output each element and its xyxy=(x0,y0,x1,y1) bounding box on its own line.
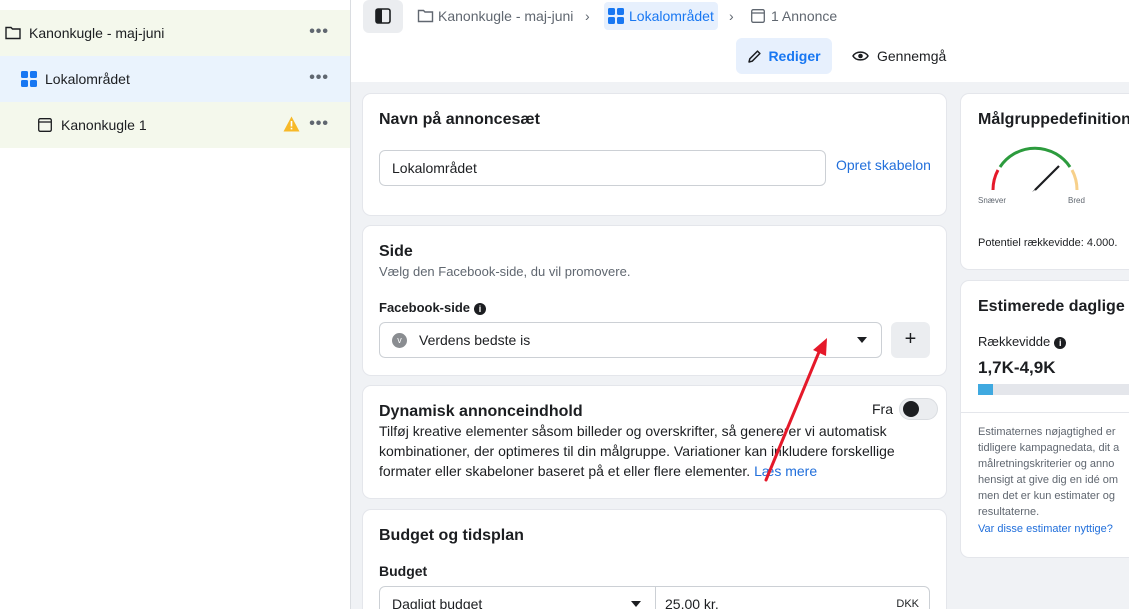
card-title: Navn på annoncesæt xyxy=(379,111,540,128)
ad-icon xyxy=(751,8,765,23)
toggle-state-label: Fra xyxy=(872,401,893,417)
budget-type-select[interactable]: Dagligt budget xyxy=(379,586,656,609)
reach-label-text: Rækkevidde xyxy=(978,334,1051,349)
breadcrumb-ad[interactable]: 1 Annonce xyxy=(751,0,837,31)
tree-item-ad[interactable]: Kanonkugle 1 ••• xyxy=(0,102,350,148)
adset-grid-icon xyxy=(608,8,624,24)
chevron-right-icon: › xyxy=(585,8,590,24)
budget-amount-input[interactable]: 25,00 kr. DKK xyxy=(655,586,930,609)
sidebar-toggle-icon xyxy=(375,8,391,24)
estimate-divider xyxy=(961,412,1129,413)
ad-icon xyxy=(38,118,52,132)
read-more-link[interactable]: Læs mere xyxy=(754,463,817,479)
estimates-feedback-link[interactable]: Var disse estimater nyttige? xyxy=(978,523,1113,535)
chevron-down-icon xyxy=(631,601,641,607)
dynamic-text-content: formater eller skabeloner baseret på et … xyxy=(379,463,751,479)
disclaimer-line: Estimaternes nøjagtighed er xyxy=(978,426,1116,438)
budget-card: Budget og tidsplan Budget Dagligt budget… xyxy=(363,510,946,609)
tree-item-label: Kanonkugle - maj-juni xyxy=(29,25,165,41)
disclaimer-line: målretningskriterier og anno xyxy=(978,458,1115,470)
reach-label: Rækkevidde i xyxy=(978,334,1067,349)
disclaimer-line: men det er kun estimater og xyxy=(978,490,1115,502)
audience-gauge xyxy=(991,146,1079,192)
chevron-right-icon: › xyxy=(729,8,734,24)
editor-header: Kanonkugle - maj-juni › Lokalområdet › 1… xyxy=(351,0,1129,82)
tree-item-label: Lokalområdet xyxy=(45,71,130,87)
estimate-disclaimer: Estimaternes nøjagtighed er tidligere ka… xyxy=(978,424,1129,520)
more-options-icon[interactable]: ••• xyxy=(309,23,329,41)
adset-name-card: Navn på annoncesæt Lokalområdet Opret sk… xyxy=(363,94,946,215)
breadcrumb-campaign[interactable]: Kanonkugle - maj-juni xyxy=(417,0,573,31)
tree-item-label: Kanonkugle 1 xyxy=(61,117,147,133)
campaign-tree: Kanonkugle - maj-juni ••• Lokalområdet •… xyxy=(0,0,351,609)
page-card: Side Vælg den Facebook-side, du vil prom… xyxy=(363,226,946,375)
dynamic-content-card: Dynamisk annonceindhold Fra Tilføj kreat… xyxy=(363,386,946,498)
page-avatar: v xyxy=(392,332,407,348)
dynamic-text-line: kombinationer, der optimeres til din mål… xyxy=(379,443,895,459)
audience-definition-card: Målgruppedefinition Snæver Bred Potentie… xyxy=(961,94,1129,269)
add-page-button[interactable]: + xyxy=(891,322,930,358)
selected-page-name: Verdens bedste is xyxy=(419,332,531,348)
budget-label: Budget xyxy=(379,563,428,579)
dynamic-text-line: formater eller skabeloner baseret på et … xyxy=(379,461,817,481)
pencil-icon xyxy=(748,49,762,63)
breadcrumb-label: Lokalområdet xyxy=(629,8,714,24)
card-title: Dynamisk annonceindhold xyxy=(379,403,583,420)
disclaimer-line: hensigt at give dig en idé om xyxy=(978,474,1119,486)
breadcrumb-adset[interactable]: Lokalområdet xyxy=(604,2,718,30)
gauge-narrow-label: Snæver xyxy=(978,196,1007,205)
gauge-broad-label: Bred xyxy=(1068,196,1085,205)
disclaimer-line: resultaterne. xyxy=(978,506,1040,518)
dynamic-text-line: Tilføj kreative elementer såsom billeder… xyxy=(379,423,887,439)
budget-amount: 25,00 kr. xyxy=(665,596,719,609)
potential-reach: Potentiel rækkevidde: 4.000. xyxy=(978,237,1118,249)
card-title: Målgruppedefinition xyxy=(978,111,1129,128)
edit-button[interactable]: Rediger xyxy=(736,38,832,74)
dynamic-content-toggle[interactable] xyxy=(899,398,938,420)
folder-icon xyxy=(417,9,434,23)
toggle-knob xyxy=(903,401,919,417)
chevron-down-icon xyxy=(857,337,867,343)
info-icon[interactable]: i xyxy=(1054,337,1067,349)
card-title: Budget og tidsplan xyxy=(379,527,524,544)
facebook-page-label-text: Facebook-side xyxy=(379,300,471,315)
card-subtitle: Vælg den Facebook-side, du vil promovere… xyxy=(379,264,631,279)
card-title: Estimerede daglige re xyxy=(978,298,1129,315)
more-options-icon[interactable]: ••• xyxy=(309,115,329,133)
adset-grid-icon xyxy=(21,71,37,87)
edit-label: Rediger xyxy=(768,48,821,64)
disclaimer-line: tidligere kampagnedata, dit a xyxy=(978,442,1120,454)
eye-icon xyxy=(852,51,869,61)
currency-label: DKK xyxy=(896,598,919,609)
reach-bar-fill xyxy=(978,384,993,395)
warning-icon[interactable] xyxy=(283,116,300,132)
review-label: Gennemgå xyxy=(877,48,947,64)
more-options-icon[interactable]: ••• xyxy=(309,69,329,87)
facebook-page-label: Facebook-side i xyxy=(379,300,487,315)
review-button[interactable]: Gennemgå xyxy=(846,38,952,74)
breadcrumb-label: Kanonkugle - maj-juni xyxy=(438,7,574,24)
card-title: Side xyxy=(379,243,413,260)
adset-name-input[interactable]: Lokalområdet xyxy=(379,150,826,186)
info-icon[interactable]: i xyxy=(474,303,487,315)
reach-value: 1,7K-4,9K xyxy=(978,358,1056,377)
create-template-link[interactable]: Opret skabelon xyxy=(836,157,931,173)
tree-item-adset[interactable]: Lokalområdet ••• xyxy=(0,56,350,102)
folder-icon xyxy=(5,26,21,40)
budget-type-value: Dagligt budget xyxy=(392,596,483,609)
reach-bar xyxy=(978,384,1129,395)
toggle-sidebar-button[interactable] xyxy=(363,0,403,33)
daily-estimates-card: Estimerede daglige re Rækkevidde i 1,7K-4… xyxy=(961,281,1129,557)
breadcrumb-label: 1 Annonce xyxy=(771,7,838,24)
tree-item-campaign[interactable]: Kanonkugle - maj-juni ••• xyxy=(0,10,350,56)
facebook-page-select[interactable]: v Verdens bedste is xyxy=(379,322,882,358)
